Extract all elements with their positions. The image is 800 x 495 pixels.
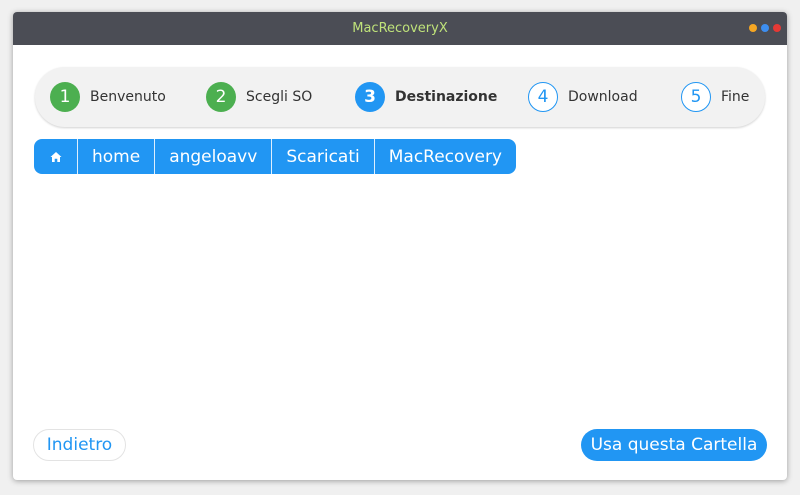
step-fine: 5 Fine xyxy=(681,82,749,112)
step-label: Scegli SO xyxy=(246,89,313,105)
step-number: 1 xyxy=(50,82,80,112)
step-label: Fine xyxy=(721,89,750,105)
step-label: Download xyxy=(568,89,638,105)
step-benvenuto: 1 Benvenuto xyxy=(50,82,166,112)
back-button[interactable]: Indietro xyxy=(33,429,126,461)
close-button[interactable] xyxy=(773,24,781,32)
step-label: Destinazione xyxy=(395,89,498,105)
app-window: MacRecoveryX 1 Benvenuto 2 Scegli SO 3 D… xyxy=(13,12,787,480)
maximize-button[interactable] xyxy=(761,24,769,32)
breadcrumb-item-home[interactable]: home xyxy=(77,139,154,174)
step-number: 2 xyxy=(206,82,236,112)
path-breadcrumb: home angeloavv Scaricati MacRecovery xyxy=(34,139,516,174)
use-folder-button[interactable]: Usa questa Cartella xyxy=(581,429,767,461)
breadcrumb-item-angeloavv[interactable]: angeloavv xyxy=(154,139,271,174)
step-number: 5 xyxy=(681,82,711,112)
step-number: 3 xyxy=(355,82,385,112)
step-number: 4 xyxy=(528,82,558,112)
window-controls xyxy=(749,24,781,33)
step-label: Benvenuto xyxy=(90,89,166,105)
home-icon xyxy=(50,151,61,162)
step-destinazione: 3 Destinazione xyxy=(355,82,497,112)
stepper: 1 Benvenuto 2 Scegli SO 3 Destinazione 4… xyxy=(35,67,765,127)
step-download: 4 Download xyxy=(528,82,638,112)
breadcrumb-item-macrecovery[interactable]: MacRecovery xyxy=(373,139,516,174)
breadcrumb-home[interactable] xyxy=(34,139,77,174)
window-title: MacRecoveryX xyxy=(352,21,448,36)
title-bar[interactable]: MacRecoveryX xyxy=(13,12,787,45)
step-scegli-so: 2 Scegli SO xyxy=(206,82,312,112)
breadcrumb-item-scaricati[interactable]: Scaricati xyxy=(271,139,373,174)
minimize-button[interactable] xyxy=(749,24,757,32)
